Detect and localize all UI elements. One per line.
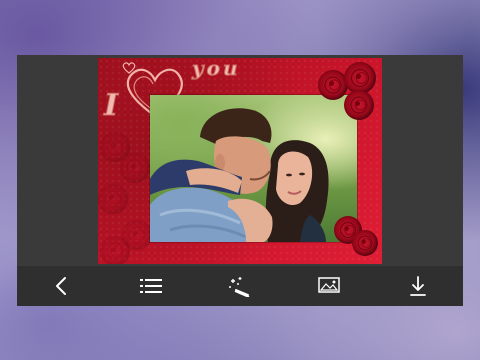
back-arrow-icon [55, 277, 66, 295]
rose-decoration [344, 90, 374, 120]
faint-rose-decoration [98, 184, 128, 214]
couple-photo-illustration [150, 108, 329, 242]
back-button[interactable] [44, 268, 80, 304]
image-icon [318, 277, 340, 293]
faint-rose-decoration [100, 236, 130, 264]
frames-list-button[interactable] [133, 268, 169, 304]
download-button[interactable] [400, 268, 436, 304]
editor-canvas: I you [17, 55, 463, 266]
love-photo-frame: I you [98, 58, 382, 264]
bottom-toolbar [17, 266, 463, 306]
overlay-text-you: you [192, 58, 241, 81]
magic-wand-icon [228, 277, 250, 297]
rose-decoration [352, 230, 378, 256]
photo-frame-editor: I you [17, 55, 463, 306]
list-icon [139, 279, 162, 293]
effects-button[interactable] [222, 268, 258, 304]
couple-photo[interactable] [150, 95, 357, 242]
overlay-text-i: I [103, 88, 119, 124]
faint-rose-decoration [120, 153, 150, 183]
choose-photo-button[interactable] [311, 268, 347, 304]
small-heart-icon [122, 62, 136, 74]
download-icon [410, 276, 427, 296]
